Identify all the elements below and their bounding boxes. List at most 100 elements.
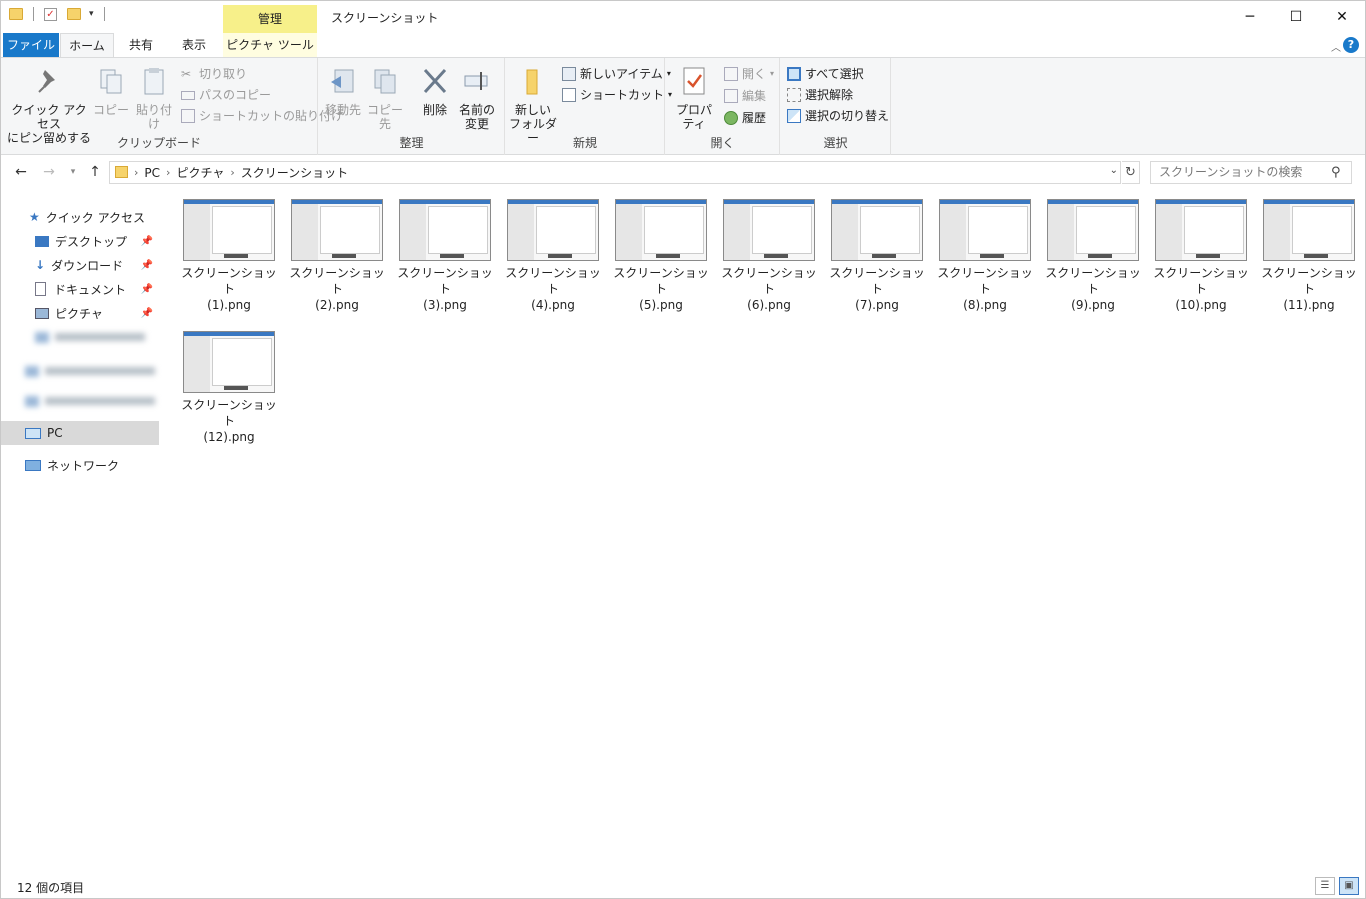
cut-label: 切り取り: [199, 67, 248, 81]
maximize-button[interactable]: ☐: [1273, 1, 1319, 33]
breadcrumb-pc[interactable]: PC: [144, 166, 160, 180]
sidebar-item-redacted-1[interactable]: [1, 325, 159, 349]
ribbon: クイック アクセス にピン留めする コピー 貼り付け ✂ 切り取り パスのコピー: [1, 57, 1365, 155]
new-folder-icon[interactable]: [67, 8, 81, 20]
cut-button[interactable]: ✂ 切り取り: [181, 64, 247, 84]
sidebar-item-network[interactable]: ネットワーク: [1, 453, 159, 477]
copy-button[interactable]: コピー: [93, 66, 129, 117]
properties-button[interactable]: プロパティ: [670, 66, 718, 131]
tab-share[interactable]: 共有: [117, 33, 165, 57]
file-item[interactable]: スクリーンショット (1).png: [177, 195, 281, 321]
pin-icon[interactable]: 📌: [141, 236, 153, 247]
cloud-icon: [25, 365, 39, 377]
pin-icon[interactable]: 📌: [141, 308, 153, 319]
chevron-right-icon[interactable]: ›: [166, 166, 170, 179]
tab-picture-tools[interactable]: ピクチャ ツール: [223, 33, 317, 57]
address-bar[interactable]: › PC › ピクチャ › スクリーンショット ⌄: [109, 161, 1121, 184]
open-icon: [724, 67, 738, 81]
properties-check-icon[interactable]: ✓: [44, 7, 57, 21]
pin-icon[interactable]: 📌: [141, 260, 153, 271]
file-item[interactable]: スクリーンショット (11).png: [1257, 195, 1361, 321]
sidebar-item-desktop[interactable]: デスクトップ 📌: [1, 229, 159, 253]
star-icon: ★: [29, 210, 40, 224]
view-switcher: ☰ ▣: [1315, 877, 1359, 895]
file-item[interactable]: スクリーンショット (5).png: [609, 195, 713, 321]
sidebar-item-quick-access[interactable]: ★ クイック アクセス: [1, 205, 159, 229]
breadcrumb-pictures[interactable]: ピクチャ: [176, 164, 224, 181]
rename-button[interactable]: 名前の 変更: [457, 66, 497, 131]
collapse-ribbon-icon[interactable]: ︿: [1331, 39, 1341, 54]
paste-label: 貼り付け: [135, 103, 172, 131]
delete-button[interactable]: 削除: [415, 66, 455, 117]
redacted-bar: [45, 367, 155, 375]
tab-file[interactable]: ファイル: [3, 33, 59, 57]
tab-view[interactable]: 表示: [169, 33, 219, 57]
history-button[interactable]: 履歴: [724, 108, 766, 128]
up-button[interactable]: ↑: [85, 161, 105, 183]
file-item[interactable]: スクリーンショット (3).png: [393, 195, 497, 321]
easy-access-shortcut-button[interactable]: ショートカット ▾: [562, 85, 672, 105]
customize-qat-icon[interactable]: ▾: [89, 9, 94, 19]
file-name-line-2: (2).png: [315, 298, 359, 312]
sidebar-item-redacted-2[interactable]: [1, 359, 159, 383]
recent-locations-icon[interactable]: ▾: [63, 161, 83, 183]
sidebar-item-pc[interactable]: PC: [1, 421, 159, 445]
folder-icon: [115, 166, 128, 178]
window-title: スクリーンショット: [331, 11, 439, 25]
folder-icon: [35, 331, 49, 343]
open-button[interactable]: 開く ▾: [724, 64, 774, 84]
file-item[interactable]: スクリーンショット (6).png: [717, 195, 821, 321]
minimize-button[interactable]: ─: [1227, 1, 1273, 33]
file-item[interactable]: スクリーンショット (12).png: [177, 327, 281, 453]
sidebar-item-pictures[interactable]: ピクチャ 📌: [1, 301, 159, 325]
copy-to-button[interactable]: コピー先: [365, 66, 405, 131]
move-to-button[interactable]: 移動先: [323, 66, 363, 117]
image-thumbnail: [399, 199, 491, 261]
breadcrumb-screenshots[interactable]: スクリーンショット: [241, 164, 348, 181]
file-item[interactable]: スクリーンショット (8).png: [933, 195, 1037, 321]
file-name-line-1: スクリーンショット: [505, 266, 601, 296]
cloud-icon: [25, 395, 39, 407]
sidebar-item-documents[interactable]: ドキュメント 📌: [1, 277, 159, 301]
select-all-button[interactable]: すべて選択: [787, 64, 864, 84]
sidebar-item-label: PC: [47, 426, 63, 440]
file-name-line-1: スクリーンショット: [397, 266, 493, 296]
file-name-line-1: スクリーンショット: [721, 266, 817, 296]
file-name: スクリーンショット (12).png: [177, 397, 281, 445]
pin-label-1: クイック アクセス: [11, 103, 87, 131]
pin-icon[interactable]: 📌: [141, 284, 153, 295]
forward-button[interactable]: →: [39, 161, 59, 183]
file-name: スクリーンショット (9).png: [1041, 265, 1145, 313]
close-button[interactable]: ✕: [1319, 1, 1365, 33]
chevron-right-icon[interactable]: ›: [134, 166, 138, 179]
large-icons-view-icon[interactable]: ▣: [1339, 877, 1359, 895]
details-view-icon[interactable]: ☰: [1315, 877, 1335, 895]
new-item-button[interactable]: 新しいアイテム ▾: [562, 64, 671, 84]
sidebar-item-redacted-3[interactable]: [1, 389, 159, 413]
refresh-button[interactable]: ↻: [1122, 161, 1140, 184]
folder-icon: [526, 69, 538, 95]
chevron-right-icon[interactable]: ›: [230, 166, 234, 179]
paste-button[interactable]: 貼り付け: [131, 66, 177, 131]
help-icon[interactable]: ?: [1343, 37, 1359, 53]
chevron-down-icon[interactable]: ⌄: [1110, 165, 1118, 176]
rename-label-1: 名前の: [458, 103, 495, 117]
sidebar-item-downloads[interactable]: ↓ ダウンロード 📌: [1, 253, 159, 277]
back-button[interactable]: ←: [11, 161, 31, 183]
invert-selection-button[interactable]: 選択の切り替え: [787, 106, 889, 126]
document-icon: [35, 282, 46, 296]
copy-path-button[interactable]: パスのコピー: [181, 85, 271, 105]
search-icon[interactable]: ⚲: [1331, 165, 1357, 180]
select-none-button[interactable]: 選択解除: [787, 85, 853, 105]
file-item[interactable]: スクリーンショット (9).png: [1041, 195, 1145, 321]
file-name-line-2: (11).png: [1283, 298, 1335, 312]
file-item[interactable]: スクリーンショット (10).png: [1149, 195, 1253, 321]
file-item[interactable]: スクリーンショット (4).png: [501, 195, 605, 321]
edit-button[interactable]: 編集: [724, 86, 766, 106]
image-thumbnail: [939, 199, 1031, 261]
file-item[interactable]: スクリーンショット (7).png: [825, 195, 929, 321]
copy-path-label: パスのコピー: [199, 88, 272, 102]
search-input[interactable]: スクリーンショットの検索: [1150, 161, 1352, 184]
tab-home[interactable]: ホーム: [60, 33, 114, 57]
file-item[interactable]: スクリーンショット (2).png: [285, 195, 389, 321]
